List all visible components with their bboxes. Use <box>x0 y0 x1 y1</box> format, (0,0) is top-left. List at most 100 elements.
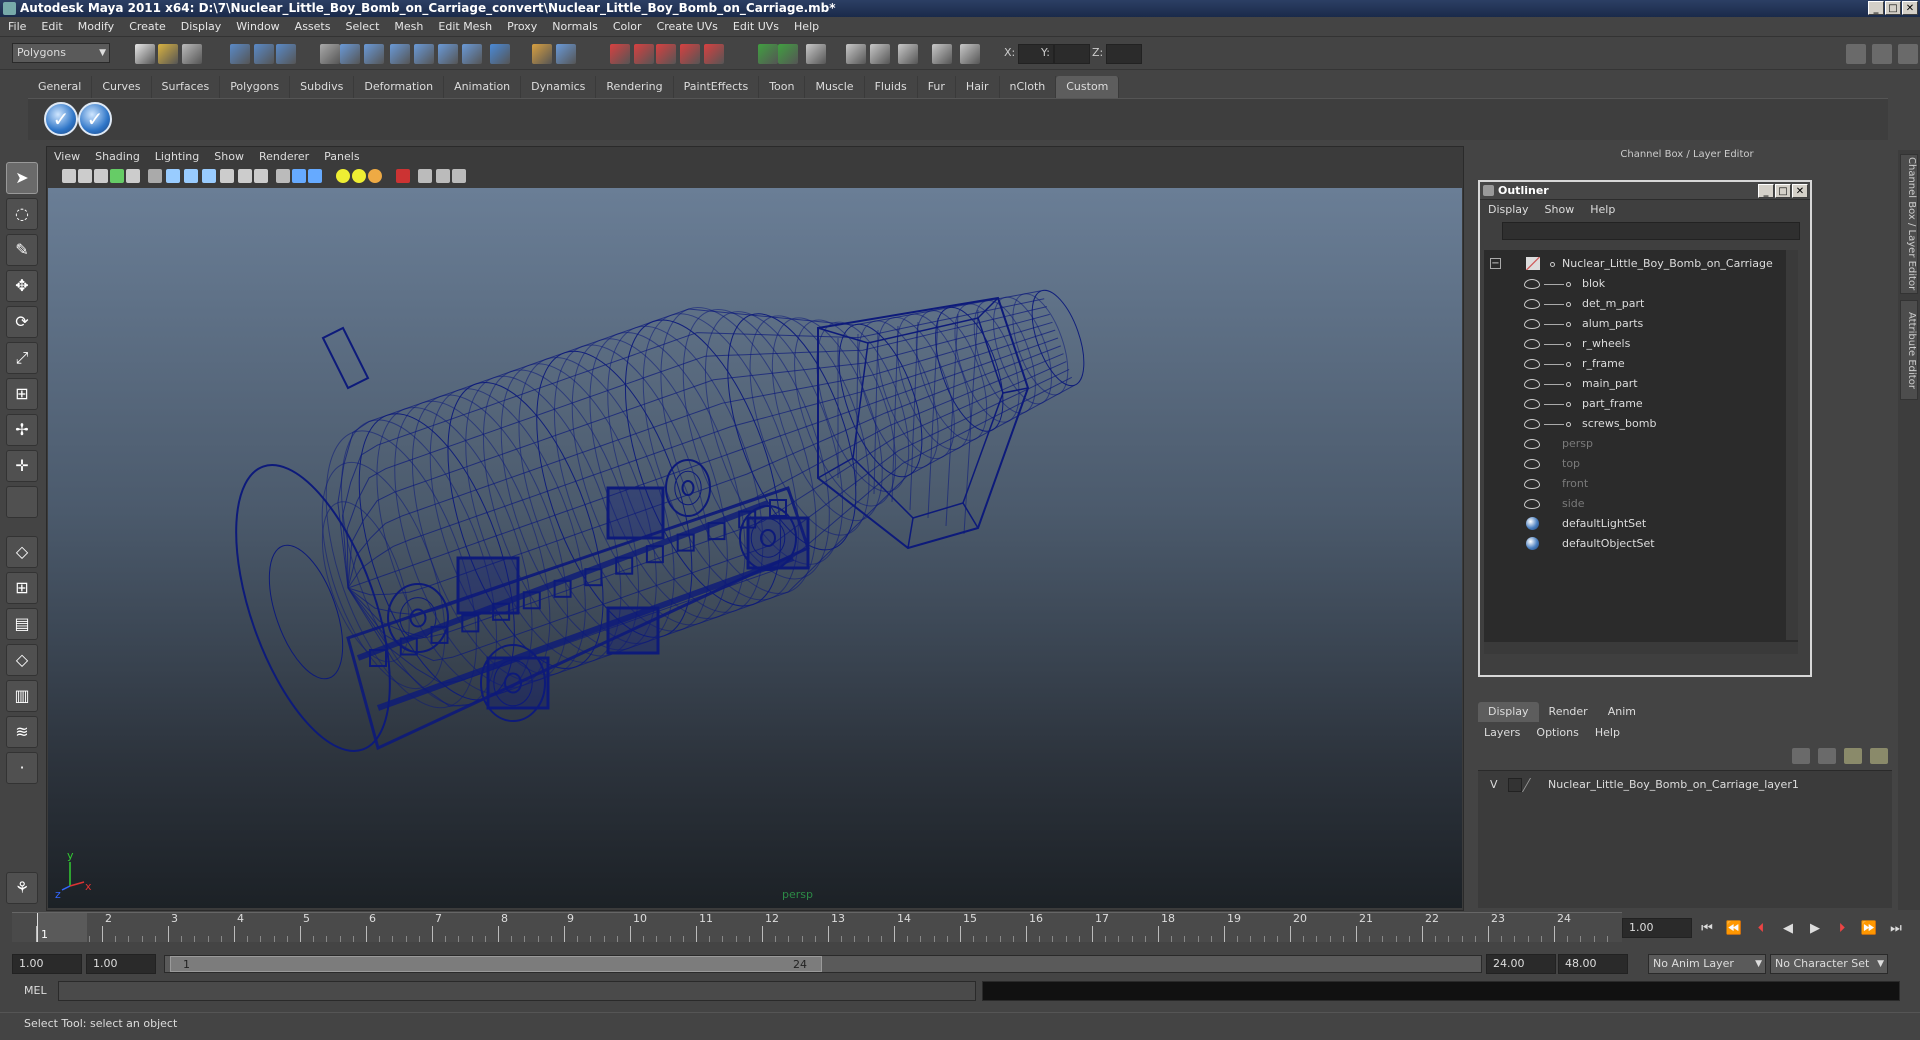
shelf-tab-rendering[interactable]: Rendering <box>596 76 674 98</box>
step-back-key-button[interactable]: ⏪ <box>1725 921 1743 937</box>
outliner-camera-side[interactable]: side <box>1484 494 1784 514</box>
new-layer-selected-icon[interactable] <box>1870 748 1888 764</box>
menu-file[interactable]: File <box>8 20 26 33</box>
camera-attributes-icon[interactable] <box>78 169 92 183</box>
xray-icon[interactable] <box>418 169 432 183</box>
shelf-tab-general[interactable]: General <box>28 76 93 98</box>
scale-tool-icon[interactable]: ⤢ <box>6 342 38 374</box>
shelf-tab-surfaces[interactable]: Surfaces <box>152 76 221 98</box>
field-chart-icon[interactable] <box>220 169 234 183</box>
high-quality-icon[interactable] <box>452 169 466 183</box>
single-pane-layout-icon[interactable]: ◇ <box>6 536 38 568</box>
outliner-item-alum-parts[interactable]: alum_parts <box>1484 314 1784 334</box>
menu-window[interactable]: Window <box>236 20 279 33</box>
move-layer-down-icon[interactable] <box>1818 748 1836 764</box>
universal-manipulator-icon[interactable]: ⊞ <box>6 378 38 410</box>
outliner-item-root[interactable]: − Nuclear_Little_Boy_Bomb_on_Carriage <box>1484 254 1784 274</box>
cmd-language-label[interactable]: MEL <box>24 984 47 997</box>
uv-snapshot-icon[interactable] <box>870 44 890 64</box>
outliner-close-button[interactable]: ✕ <box>1792 184 1808 198</box>
viewport-menu-show[interactable]: Show <box>214 148 244 166</box>
layer-tab-display[interactable]: Display <box>1478 702 1539 722</box>
construction-history-icon[interactable] <box>656 44 676 64</box>
outliner-set-defaultlightset[interactable]: defaultLightSet <box>1484 514 1784 534</box>
outliner-camera-persp[interactable]: persp <box>1484 434 1784 454</box>
selection-mask-icon[interactable] <box>320 44 340 64</box>
end-time-field[interactable]: 48.00 <box>1558 954 1628 974</box>
history-icon[interactable] <box>462 44 482 64</box>
maximize-button[interactable]: □ <box>1885 1 1901 15</box>
outliner-item-det-m-part[interactable]: det_m_part <box>1484 294 1784 314</box>
step-back-frame-button[interactable]: ⏴ <box>1752 921 1770 937</box>
outliner-item-blok[interactable]: blok <box>1484 274 1784 294</box>
menu-assets[interactable]: Assets <box>295 20 331 33</box>
shelf-tab-fluids[interactable]: Fluids <box>865 76 918 98</box>
tab-channel-box[interactable]: Channel Box / Layer Editor <box>1900 154 1918 294</box>
viewport-menu-panels[interactable]: Panels <box>324 148 359 166</box>
shelf-tab-deformation[interactable]: Deformation <box>354 76 445 98</box>
move-layer-up-icon[interactable] <box>1792 748 1810 764</box>
outliner-maximize-button[interactable]: □ <box>1775 184 1791 198</box>
custom-shelf-check-icon-2[interactable]: ✓ <box>78 102 112 136</box>
menu-create-uvs[interactable]: Create UVs <box>657 20 718 33</box>
film-gate-icon[interactable] <box>166 169 180 183</box>
open-scene-icon[interactable] <box>158 44 178 64</box>
help-icon[interactable] <box>556 44 576 64</box>
toggle-panel-icon[interactable] <box>898 44 918 64</box>
anim-layer-dropdown[interactable]: No Anim Layer ▼ <box>1648 954 1766 974</box>
move-tool-icon[interactable]: ✥ <box>6 270 38 302</box>
viewport-menu-view[interactable]: View <box>54 148 80 166</box>
uv-editor-icon[interactable] <box>846 44 866 64</box>
menu-display[interactable]: Display <box>181 20 222 33</box>
render-frame-icon[interactable] <box>680 44 700 64</box>
outliner-menu-display[interactable]: Display <box>1488 201 1529 219</box>
y-coord-field[interactable] <box>1054 44 1090 64</box>
shelf-tab-hair[interactable]: Hair <box>956 76 1000 98</box>
shelf-tab-toon[interactable]: Toon <box>759 76 806 98</box>
bookmarks-icon[interactable] <box>94 169 108 183</box>
shelf-tab-curves[interactable]: Curves <box>92 76 152 98</box>
shelf-tab-muscle[interactable]: Muscle <box>805 76 865 98</box>
render-settings-icon[interactable] <box>758 44 778 64</box>
time-slider[interactable]: 1234567891011121314151617181920212223241 <box>12 912 1622 942</box>
toggle-sidebar-icon[interactable] <box>932 44 952 64</box>
layer-type-toggle[interactable] <box>1508 778 1522 792</box>
outliner-set-defaultobjectset[interactable]: defaultObjectSet <box>1484 534 1784 554</box>
outliner-vertical-scrollbar[interactable] <box>1786 250 1798 640</box>
go-to-start-button[interactable]: ⏮ <box>1698 921 1716 937</box>
play-backwards-button[interactable]: ◀ <box>1779 921 1797 937</box>
step-forward-frame-button[interactable]: ⏵ <box>1833 921 1851 937</box>
isolate-select-icon[interactable] <box>396 169 410 183</box>
new-layer-icon[interactable] <box>1844 748 1862 764</box>
use-all-lights-icon[interactable] <box>352 169 366 183</box>
toggle-layer-editor-icon[interactable] <box>1898 44 1918 64</box>
menu-normals[interactable]: Normals <box>552 20 598 33</box>
select-object-icon[interactable] <box>254 44 274 64</box>
output-ops-icon[interactable] <box>532 44 552 64</box>
outliner-menu-show[interactable]: Show <box>1545 201 1575 219</box>
step-forward-key-button[interactable]: ⏩ <box>1860 921 1878 937</box>
default-lighting-icon[interactable] <box>336 169 350 183</box>
range-slider-handle[interactable]: 1 24 <box>170 956 822 972</box>
character-set-dropdown[interactable]: No Character Set ▼ <box>1770 954 1888 974</box>
menu-help[interactable]: Help <box>794 20 819 33</box>
toggle-tool-settings-icon[interactable] <box>960 44 980 64</box>
menu-create[interactable]: Create <box>129 20 166 33</box>
graph-editor-layout-icon[interactable]: ≋ <box>6 716 38 748</box>
input-ops-icon[interactable] <box>490 44 510 64</box>
layer-visibility-toggle[interactable]: V <box>1490 775 1498 795</box>
image-plane-icon[interactable] <box>110 169 124 183</box>
shelf-tab-custom[interactable]: Custom <box>1056 76 1120 98</box>
outliner-filter-field[interactable] <box>1502 222 1800 240</box>
current-frame-marker[interactable]: 1 <box>37 913 87 942</box>
play-forwards-button[interactable]: ▶ <box>1806 921 1824 937</box>
smooth-shade-all-icon[interactable] <box>308 169 322 183</box>
show-hide-editor-icon[interactable] <box>806 44 826 64</box>
shadows-icon[interactable] <box>368 169 382 183</box>
outliner-camera-top[interactable]: top <box>1484 454 1784 474</box>
menu-set-dropdown[interactable]: Polygons ▼ <box>12 43 110 63</box>
outliner-camera-front[interactable]: front <box>1484 474 1784 494</box>
paint-select-tool-icon[interactable]: ✎ <box>6 234 38 266</box>
resolution-gate-icon[interactable] <box>184 169 198 183</box>
layer-menu-help[interactable]: Help <box>1595 724 1620 742</box>
